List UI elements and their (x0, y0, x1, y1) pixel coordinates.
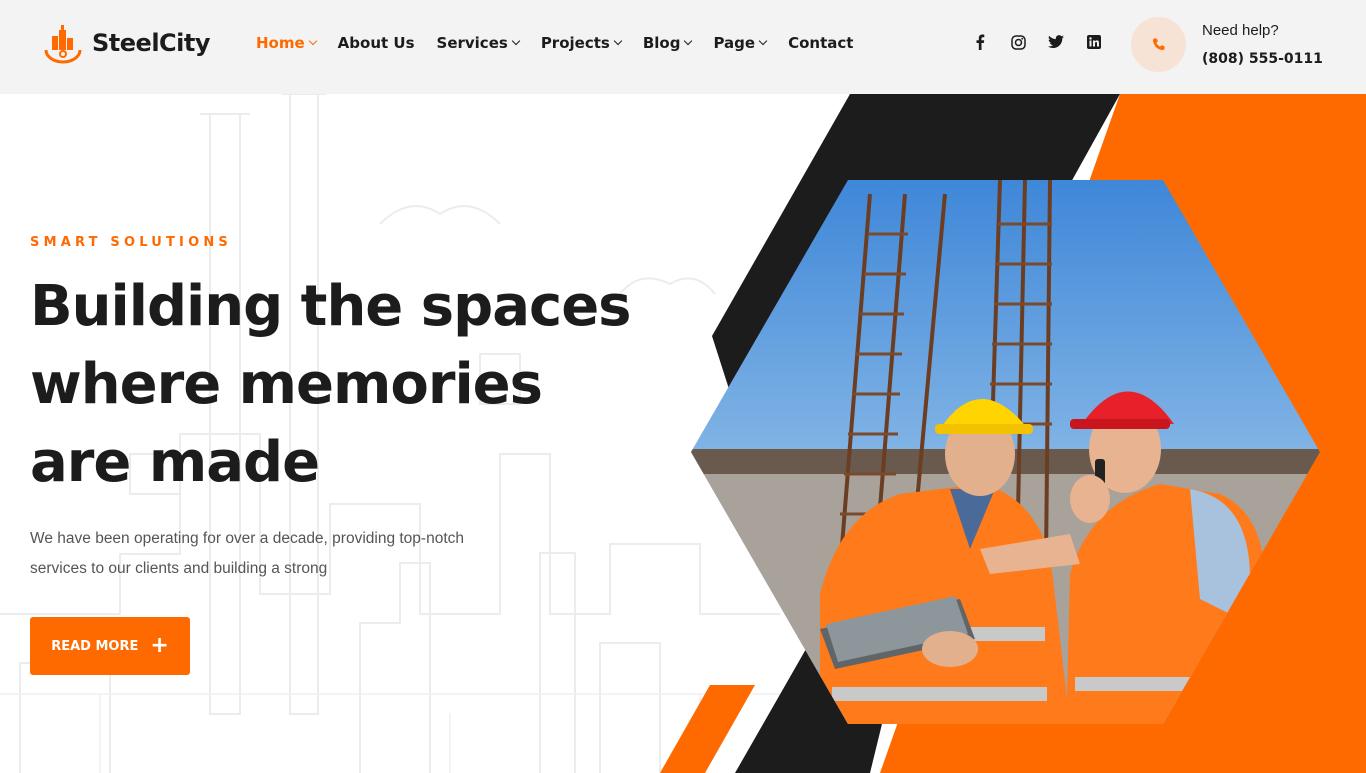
social-links (972, 34, 1102, 50)
nav-label: Page (713, 34, 756, 52)
nav-label: Home (256, 34, 305, 52)
phone-icon (1152, 38, 1164, 50)
help-phone-number[interactable]: (808) 555-0111 (1202, 51, 1323, 67)
brand-logo[interactable]: SteelCity (42, 22, 211, 64)
chevron-down-icon (758, 36, 768, 46)
chevron-down-icon (511, 36, 521, 46)
phone-button[interactable] (1131, 17, 1186, 72)
twitter-icon[interactable] (1048, 34, 1064, 50)
logo-icon (44, 25, 82, 64)
nav-contact[interactable]: Contact (788, 34, 853, 52)
site-header: SteelCity Home About Us Services Project… (0, 0, 1366, 94)
main-nav: Home About Us Services Projects Blog Pag… (256, 34, 875, 52)
help-label: Need help? (1202, 22, 1279, 39)
instagram-icon[interactable] (1010, 34, 1026, 50)
nav-projects[interactable]: Projects (540, 34, 623, 52)
orange-stripe-shape (660, 685, 755, 773)
nav-services[interactable]: Services (436, 34, 521, 52)
hero-graphic (660, 94, 1366, 773)
linkedin-icon[interactable] (1086, 34, 1102, 50)
nav-blog[interactable]: Blog (642, 34, 693, 52)
nav-page[interactable]: Page (713, 34, 768, 52)
chevron-down-icon (308, 36, 317, 46)
nav-label: Services (436, 34, 508, 52)
hero-section: SMART SOLUTIONS Building the spaces wher… (0, 94, 1366, 773)
nav-label: About Us (337, 34, 415, 52)
chevron-down-icon (684, 36, 693, 46)
nav-home[interactable]: Home (256, 34, 317, 52)
nav-label: Blog (642, 34, 681, 52)
chevron-down-icon (613, 36, 623, 46)
facebook-icon[interactable] (972, 34, 988, 50)
nav-about-us[interactable]: About Us (338, 34, 415, 52)
nav-label: Contact (788, 34, 854, 52)
brand-name: SteelCity (92, 29, 211, 57)
nav-label: Projects (540, 34, 610, 52)
